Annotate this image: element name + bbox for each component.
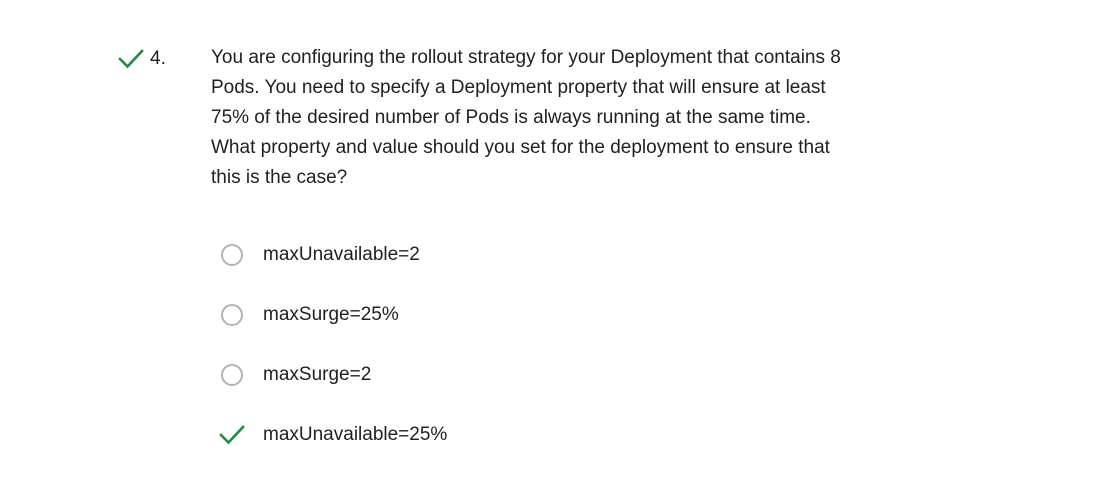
question-number: 4. <box>150 48 166 69</box>
option-maxunavailable-2[interactable]: maxUnavailable=2 <box>219 240 447 270</box>
radio-button[interactable] <box>221 304 243 326</box>
radio-button[interactable] <box>221 244 243 266</box>
option-maxsurge-2[interactable]: maxSurge=2 <box>219 360 447 390</box>
option-label: maxSurge=25% <box>263 304 399 325</box>
option-label: maxUnavailable=25% <box>263 424 448 445</box>
option-maxsurge-25[interactable]: maxSurge=25% <box>219 300 447 330</box>
answer-options: maxUnavailable=2 maxSurge=25% maxSurge=2… <box>219 240 447 480</box>
radio-button[interactable] <box>221 364 243 386</box>
quiz-question: 4. You are configuring the rollout strat… <box>0 0 1103 482</box>
check-icon <box>118 49 144 69</box>
option-maxunavailable-25[interactable]: maxUnavailable=25% <box>219 420 447 450</box>
option-label: maxSurge=2 <box>263 364 372 385</box>
question-text: You are configuring the rollout strategy… <box>211 47 841 188</box>
option-label: maxUnavailable=2 <box>263 244 420 265</box>
check-icon <box>219 425 245 445</box>
